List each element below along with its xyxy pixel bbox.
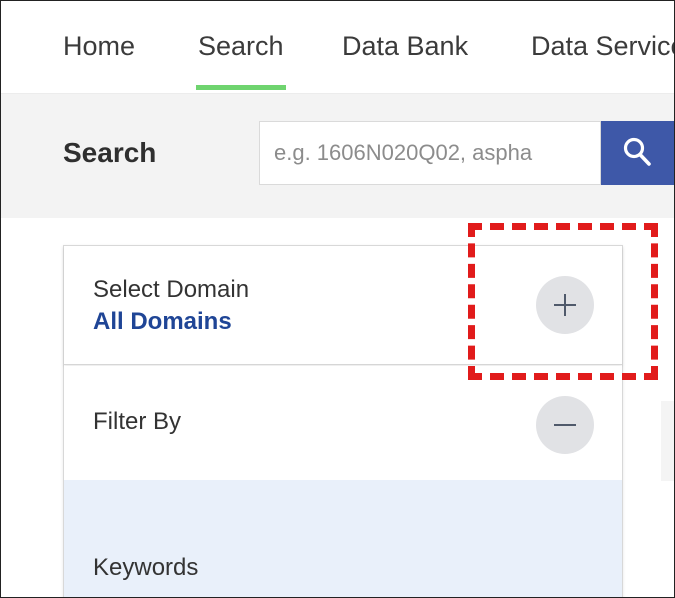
top-nav: Home Search Data Bank Data Services <box>1 1 674 94</box>
filter-panel: Select Domain All Domains Filter By Keyw… <box>63 245 623 597</box>
keywords-label: Keywords <box>93 554 199 581</box>
minus-icon <box>554 424 576 426</box>
select-domain-section: Select Domain All Domains <box>64 246 622 365</box>
select-domain-label: Select Domain <box>93 276 250 303</box>
app-frame: Home Search Data Bank Data Services Sear… <box>0 0 675 598</box>
keywords-section: Keywords <box>64 480 622 597</box>
nav-item-home[interactable]: Home <box>63 31 135 62</box>
plus-icon <box>554 294 576 316</box>
collapse-filter-button[interactable] <box>536 396 594 454</box>
expand-domain-button[interactable] <box>536 276 594 334</box>
active-tab-indicator <box>196 85 286 90</box>
page-edge-shade <box>661 401 674 481</box>
search-icon <box>623 137 651 166</box>
filter-by-section: Filter By <box>64 366 622 480</box>
nav-item-search[interactable]: Search <box>198 31 284 62</box>
nav-item-data-bank[interactable]: Data Bank <box>342 31 468 62</box>
filter-by-label: Filter By <box>93 408 182 435</box>
search-button[interactable] <box>601 121 674 185</box>
search-input[interactable] <box>259 121 601 185</box>
nav-item-data-services[interactable]: Data Services <box>531 31 674 62</box>
search-title: Search <box>63 137 157 168</box>
selected-domain-value: All Domains <box>93 308 232 335</box>
